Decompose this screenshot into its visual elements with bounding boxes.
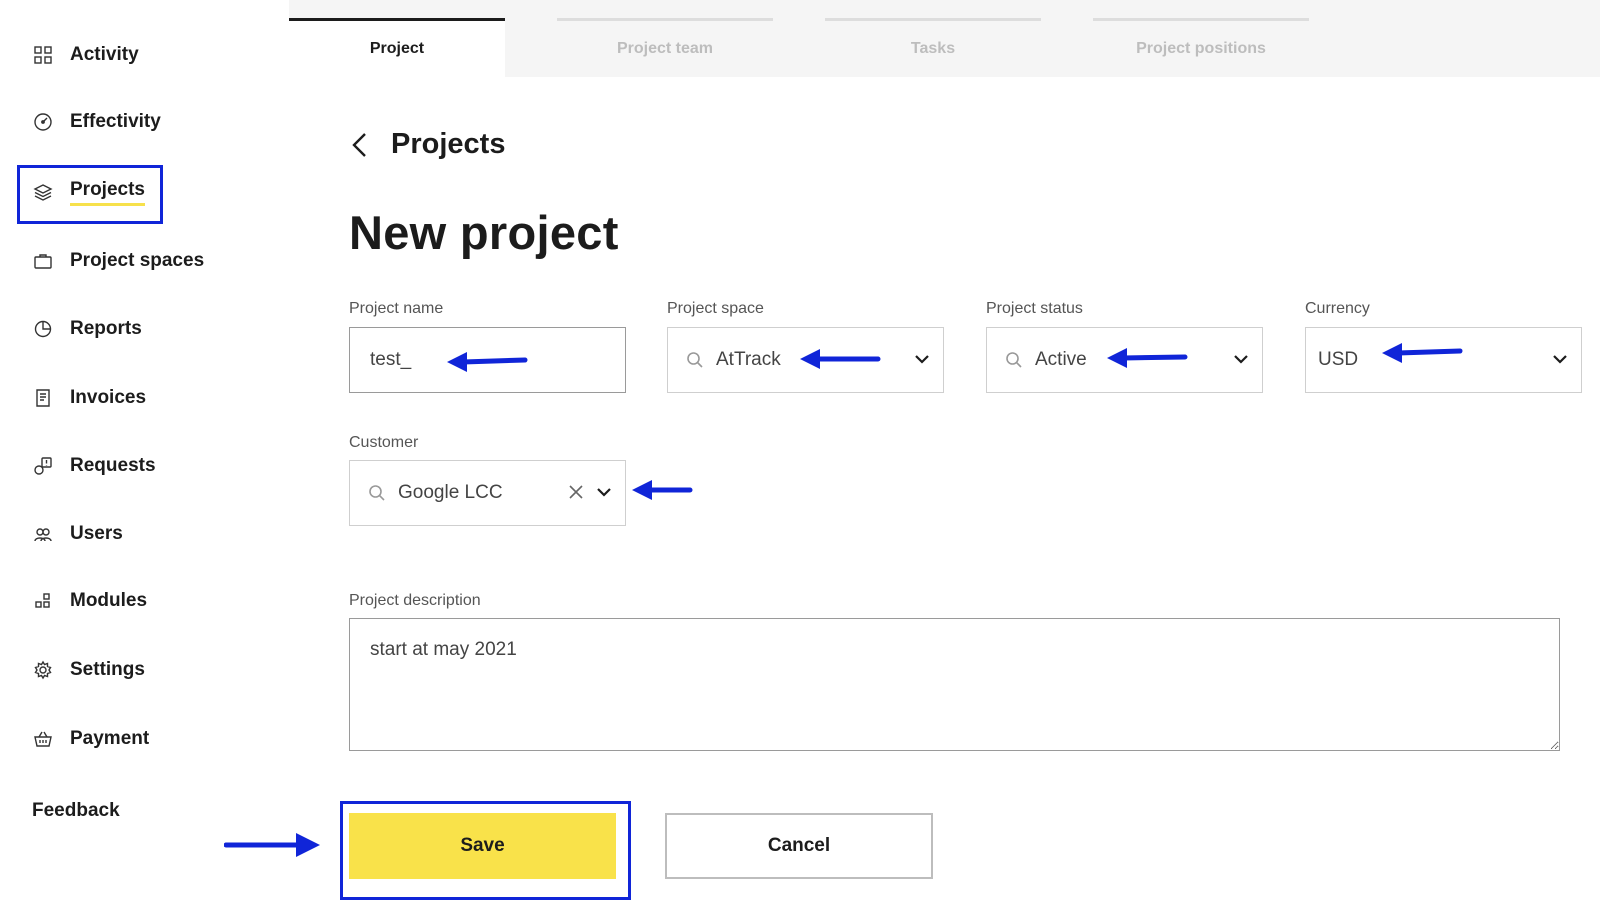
sidebar-item-label: Activity [70, 44, 139, 65]
project-status-value: Active [1035, 349, 1087, 370]
request-icon [32, 455, 54, 477]
chevron-left-icon [352, 133, 366, 157]
page-title: New project [349, 206, 619, 259]
arrow-left-icon [447, 352, 528, 372]
project-name-label: Project name [349, 300, 444, 317]
breadcrumb[interactable]: Projects [391, 128, 505, 161]
sidebar-item-label: Users [70, 523, 123, 544]
project-space-value: AtTrack [716, 349, 781, 370]
currency-value: USD [1318, 349, 1359, 370]
sidebar-item-label: Invoices [70, 387, 147, 408]
project-name-value: test_ [370, 349, 412, 370]
gauge-icon [32, 111, 54, 133]
sidebar-item-modules[interactable]: Modules [32, 586, 147, 616]
customer-value: Google LCC [398, 482, 503, 503]
tab-project[interactable]: Project [289, 18, 505, 77]
sidebar-item-settings[interactable]: Settings [32, 655, 145, 685]
search-icon [1006, 352, 1022, 368]
tab-tasks[interactable]: Tasks [825, 18, 1041, 77]
sidebar-item-payment[interactable]: Payment [32, 724, 149, 754]
sidebar-item-label: Modules [70, 590, 148, 611]
feedback-link[interactable]: Feedback [32, 800, 120, 822]
tab-bar: Project Project team Tasks Project posit… [289, 0, 1600, 77]
project-status-label: Project status [986, 300, 1083, 317]
sidebar-item-label: Requests [70, 455, 156, 476]
chevron-down-icon[interactable] [913, 350, 931, 368]
currency-label: Currency [1305, 300, 1370, 317]
main-content: Project Project team Tasks Project posit… [289, 0, 1600, 902]
customer-label: Customer [349, 434, 419, 451]
back-button[interactable] [349, 130, 373, 160]
chevron-down-icon[interactable] [1551, 350, 1569, 368]
sidebar-item-project-spaces[interactable]: Project spaces [32, 246, 204, 276]
arrow-left-icon [632, 480, 693, 500]
description-label: Project description [349, 592, 481, 609]
sidebar-item-activity[interactable]: Activity [32, 40, 139, 70]
sidebar-item-label: Payment [70, 728, 150, 749]
sidebar-item-label: Project spaces [70, 250, 205, 271]
sidebar-item-requests[interactable]: Requests [32, 451, 156, 481]
arrow-left-icon [1107, 348, 1188, 368]
sidebar: Activity Effectivity Projects Project sp… [0, 0, 289, 902]
sidebar-item-users[interactable]: Users [32, 519, 123, 549]
sidebar-item-label: Settings [70, 659, 145, 680]
description-textarea[interactable] [349, 618, 1560, 751]
sidebar-item-invoices[interactable]: Invoices [32, 383, 146, 413]
search-icon [369, 485, 385, 501]
sidebar-item-label: Reports [70, 318, 142, 339]
project-space-label: Project space [667, 300, 764, 317]
sidebar-item-reports[interactable]: Reports [32, 314, 142, 344]
receipt-icon [32, 387, 54, 409]
grid-icon [32, 44, 54, 66]
customer-select[interactable]: Google LCC [349, 460, 626, 526]
tab-project-positions[interactable]: Project positions [1093, 18, 1309, 77]
basket-icon [32, 728, 54, 750]
projects-annotation-box [17, 165, 163, 224]
chevron-down-icon[interactable] [595, 483, 613, 501]
sidebar-item-effectivity[interactable]: Effectivity [32, 107, 161, 137]
close-icon[interactable] [567, 483, 585, 501]
save-button[interactable]: Save [349, 813, 616, 879]
sidebar-item-label: Effectivity [70, 111, 161, 132]
cancel-button[interactable]: Cancel [665, 813, 933, 879]
pie-chart-icon [32, 318, 54, 340]
arrow-left-icon [800, 349, 881, 369]
gear-icon [32, 659, 54, 681]
users-icon [32, 523, 54, 545]
briefcase-icon [32, 250, 54, 272]
arrow-left-icon [1382, 343, 1463, 363]
search-icon [687, 352, 703, 368]
arrow-right-icon [224, 833, 320, 857]
tab-project-team[interactable]: Project team [557, 18, 773, 77]
modules-icon [32, 590, 54, 612]
chevron-down-icon[interactable] [1232, 350, 1250, 368]
